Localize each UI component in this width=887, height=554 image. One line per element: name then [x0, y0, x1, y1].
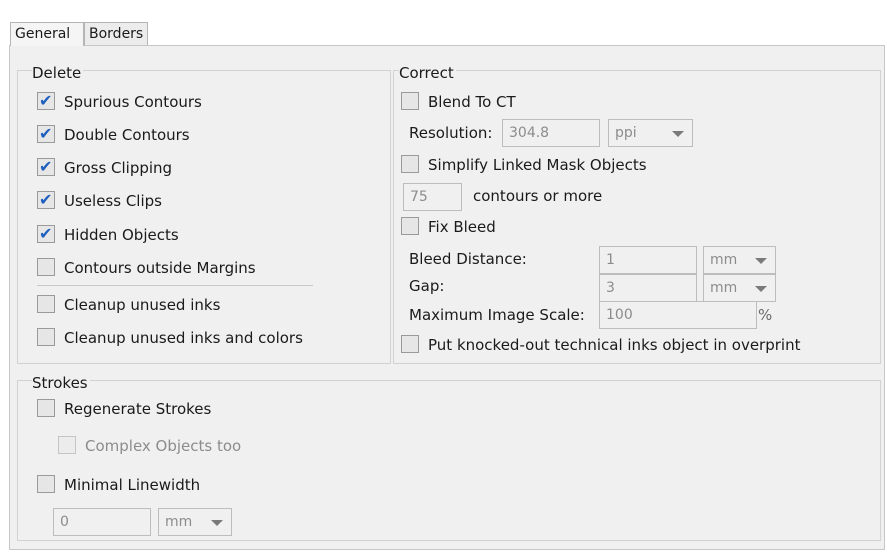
checkbox-label: Simplify Linked Mask Objects: [428, 156, 647, 174]
bleed-distance-input[interactable]: 1: [599, 246, 697, 274]
resolution-input[interactable]: 304.8: [502, 119, 600, 147]
select-value: mm: [710, 252, 738, 268]
correct-group-title: Correct: [399, 64, 456, 82]
strokes-group: Strokes Regenerate Strokes Complex Objec…: [17, 374, 881, 541]
tab-strip: General Borders: [0, 0, 887, 46]
tab-borders[interactable]: Borders: [84, 22, 148, 45]
checkbox-label: Gross Clipping: [64, 159, 173, 177]
checkbox-box[interactable]: [37, 475, 55, 493]
checkbox-box[interactable]: [401, 335, 419, 353]
gap-label: Gap:: [409, 277, 445, 295]
checkbox-box[interactable]: [401, 92, 419, 110]
checkbox-label: Double Contours: [64, 126, 190, 144]
delete-separator: [37, 285, 313, 286]
contours-count-input[interactable]: 75: [403, 183, 462, 211]
checkbox-label: Complex Objects too: [85, 437, 242, 455]
delete-group-title: Delete: [32, 64, 84, 82]
checkbox-label: Regenerate Strokes: [64, 400, 212, 418]
checkbox-box[interactable]: [37, 295, 55, 313]
checkbox-box[interactable]: [37, 124, 55, 144]
correct-group: Correct Blend To CT Resolution: 304.8 pp…: [393, 64, 881, 364]
select-value: ppi: [615, 125, 637, 141]
checkbox-label: Useless Clips: [64, 192, 162, 210]
strokes-group-title: Strokes: [32, 374, 90, 392]
checkbox-box[interactable]: [58, 436, 76, 454]
checkbox-label: Cleanup unused inks: [64, 296, 221, 314]
delete-group: Delete Spurious Contours Double Contours…: [17, 64, 391, 364]
checkbox-box[interactable]: [37, 258, 55, 276]
percent-suffix: %: [758, 306, 773, 324]
checkbox-label: Blend To CT: [428, 93, 516, 111]
checkbox-box[interactable]: [37, 91, 55, 111]
max-image-scale-label: Maximum Image Scale:: [409, 306, 585, 324]
checkbox-label: Hidden Objects: [64, 226, 179, 244]
general-panel: Delete Spurious Contours Double Contours…: [9, 45, 885, 550]
checkbox-box[interactable]: [37, 328, 55, 346]
bleed-distance-label: Bleed Distance:: [409, 250, 527, 268]
checkbox-box[interactable]: [37, 157, 55, 177]
select-value: mm: [165, 514, 193, 530]
checkbox-label: Minimal Linewidth: [64, 476, 201, 494]
tab-general[interactable]: General: [10, 22, 84, 46]
chevron-down-icon: [755, 258, 767, 264]
gap-input[interactable]: 3: [599, 274, 697, 302]
linewidth-input[interactable]: 0: [53, 508, 151, 536]
chevron-down-icon: [672, 131, 684, 137]
linewidth-unit-select[interactable]: mm: [158, 508, 232, 536]
checkbox-box[interactable]: [37, 399, 55, 417]
checkbox-box[interactable]: [401, 155, 419, 173]
chevron-down-icon: [211, 520, 223, 526]
checkbox-box[interactable]: [401, 217, 419, 235]
chevron-down-icon: [755, 286, 767, 292]
max-image-scale-input[interactable]: 100: [599, 301, 757, 329]
resolution-unit-select[interactable]: ppi: [608, 119, 693, 147]
checkbox-label: Put knocked-out technical inks object in…: [428, 336, 801, 354]
checkbox-label: Fix Bleed: [428, 218, 496, 236]
checkbox-box[interactable]: [37, 190, 55, 210]
bleed-distance-unit-select[interactable]: mm: [703, 246, 776, 274]
gap-unit-select[interactable]: mm: [703, 274, 776, 302]
resolution-label: Resolution:: [409, 124, 493, 142]
select-value: mm: [710, 280, 738, 296]
checkbox-label: Spurious Contours: [64, 93, 202, 111]
checkbox-box[interactable]: [37, 224, 55, 244]
contours-or-more-label: contours or more: [473, 187, 603, 205]
checkbox-label: Cleanup unused inks and colors: [64, 329, 303, 347]
checkbox-label: Contours outside Margins: [64, 259, 256, 277]
